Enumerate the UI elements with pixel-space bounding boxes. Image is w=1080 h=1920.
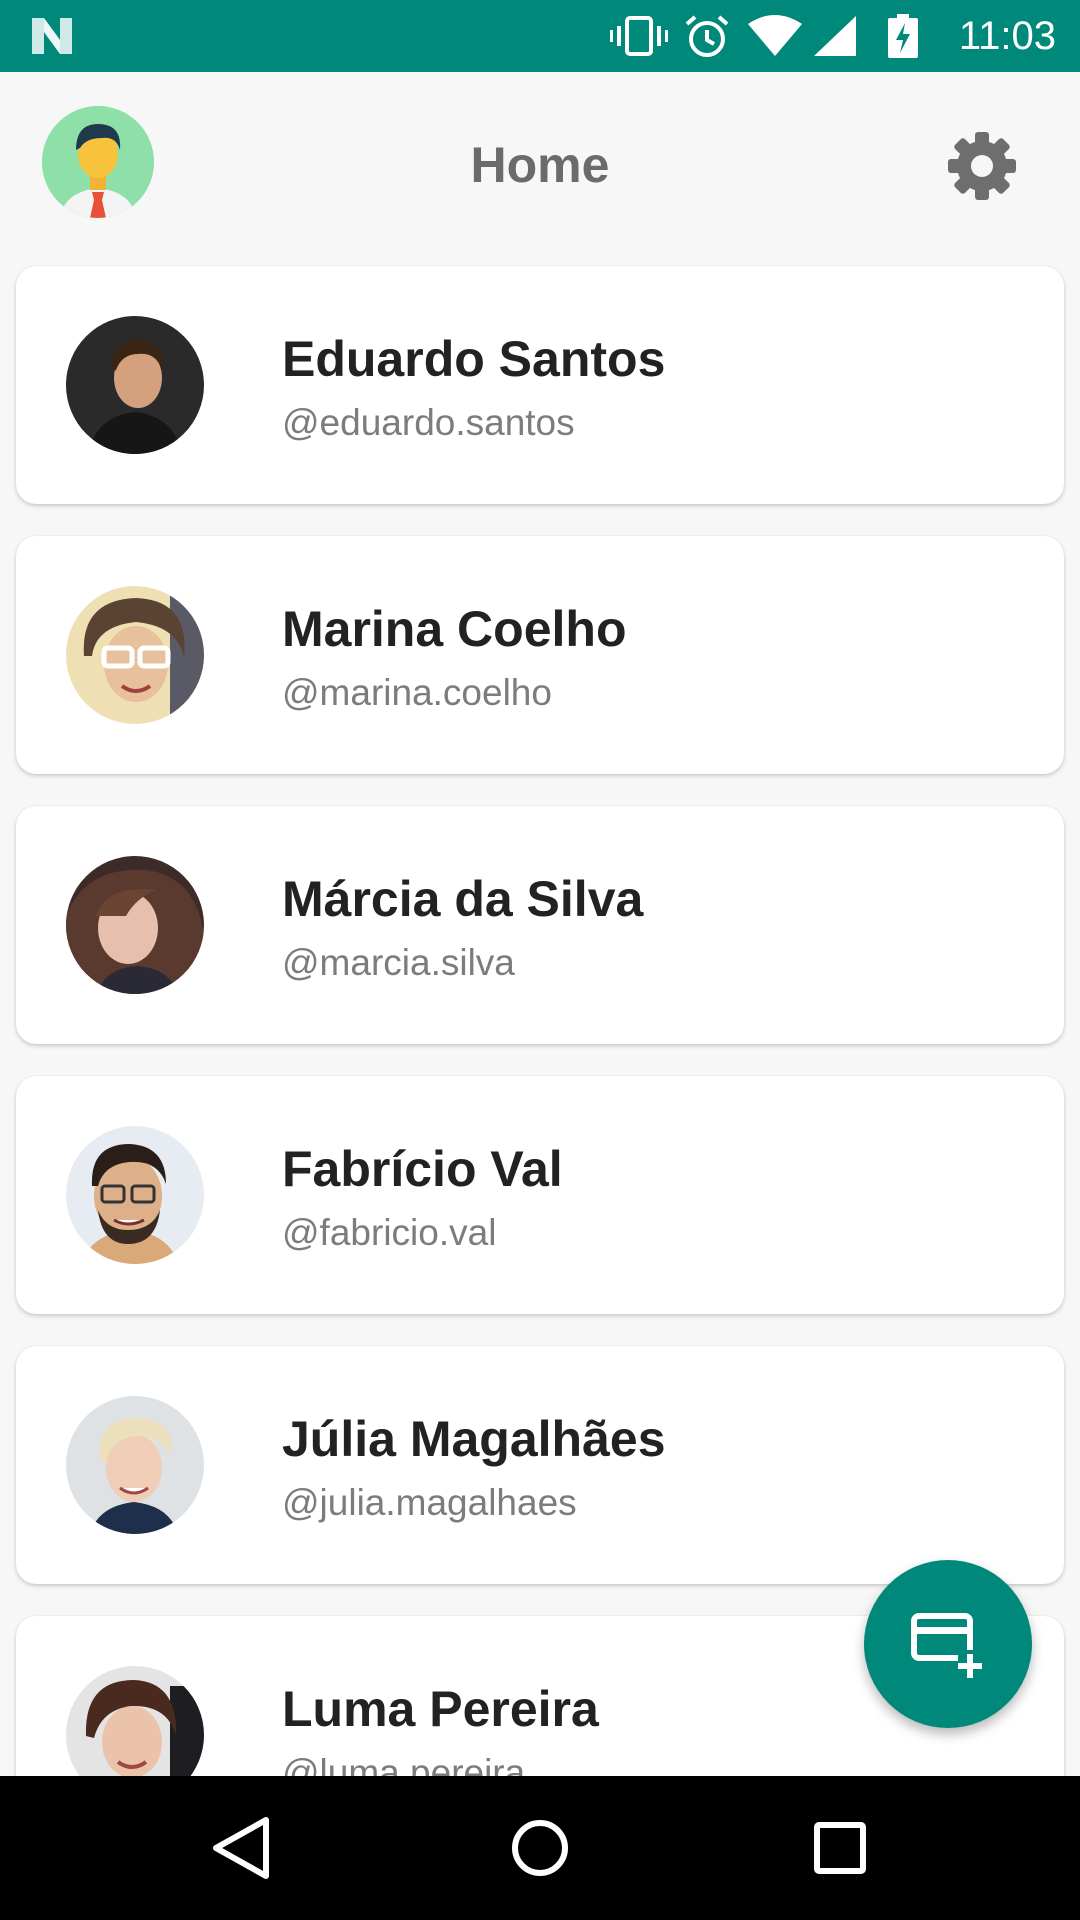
battery-charging-icon [888,14,918,58]
vibrate-icon [610,16,668,56]
contact-handle: @eduardo.santos [282,402,575,443]
contact-card[interactable]: Fabrício Val @fabricio.val [16,1076,1064,1314]
app-header: Home [0,72,1080,256]
contact-avatar [66,1396,204,1534]
alarm-icon [685,15,729,57]
contact-handle: @fabricio.val [282,1212,497,1253]
contact-avatar [66,316,204,454]
status-bar: 11:03 [0,0,1080,72]
contact-name: Júlia Magalhães [282,1411,666,1467]
contact-name: Marina Coelho [282,601,627,657]
contact-handle: @marcia.silva [282,942,515,983]
signal-icon [814,16,856,56]
home-icon[interactable] [500,1808,580,1888]
contact-card[interactable]: Eduardo Santos @eduardo.santos [16,266,1064,504]
recents-icon[interactable] [800,1808,880,1888]
contact-name: Fabrício Val [282,1141,563,1197]
contact-name: Márcia da Silva [282,871,644,927]
contact-card[interactable]: Márcia da Silva @marcia.silva [16,806,1064,1044]
contact-avatar [66,1126,204,1264]
n-logo-icon [32,18,72,54]
contact-name: Luma Pereira [282,1681,599,1737]
contact-avatar [66,1666,204,1776]
add-card-button[interactable] [864,1560,1032,1728]
contact-name: Eduardo Santos [282,331,666,387]
back-icon[interactable] [200,1808,280,1888]
app-screen: 11:03 Home Eduardo Santos @eduardo.santo… [0,0,1080,1920]
contact-card[interactable]: Júlia Magalhães @julia.magalhaes [16,1346,1064,1584]
contact-list: Eduardo Santos @eduardo.santos Marina Co… [0,256,1080,1776]
page-title: Home [470,137,610,193]
contact-handle: @julia.magalhaes [282,1482,577,1523]
add-card-icon [911,1613,984,1680]
wifi-icon [748,15,802,56]
contact-card[interactable]: Marina Coelho @marina.coelho [16,536,1064,774]
gear-icon[interactable] [944,128,1020,204]
contact-handle: @luma.pereira [282,1752,526,1776]
navigation-bar [0,1776,1080,1920]
contact-avatar [66,856,204,994]
status-time: 11:03 [958,14,1056,58]
contact-handle: @marina.coelho [282,672,552,713]
contact-avatar [66,586,204,724]
